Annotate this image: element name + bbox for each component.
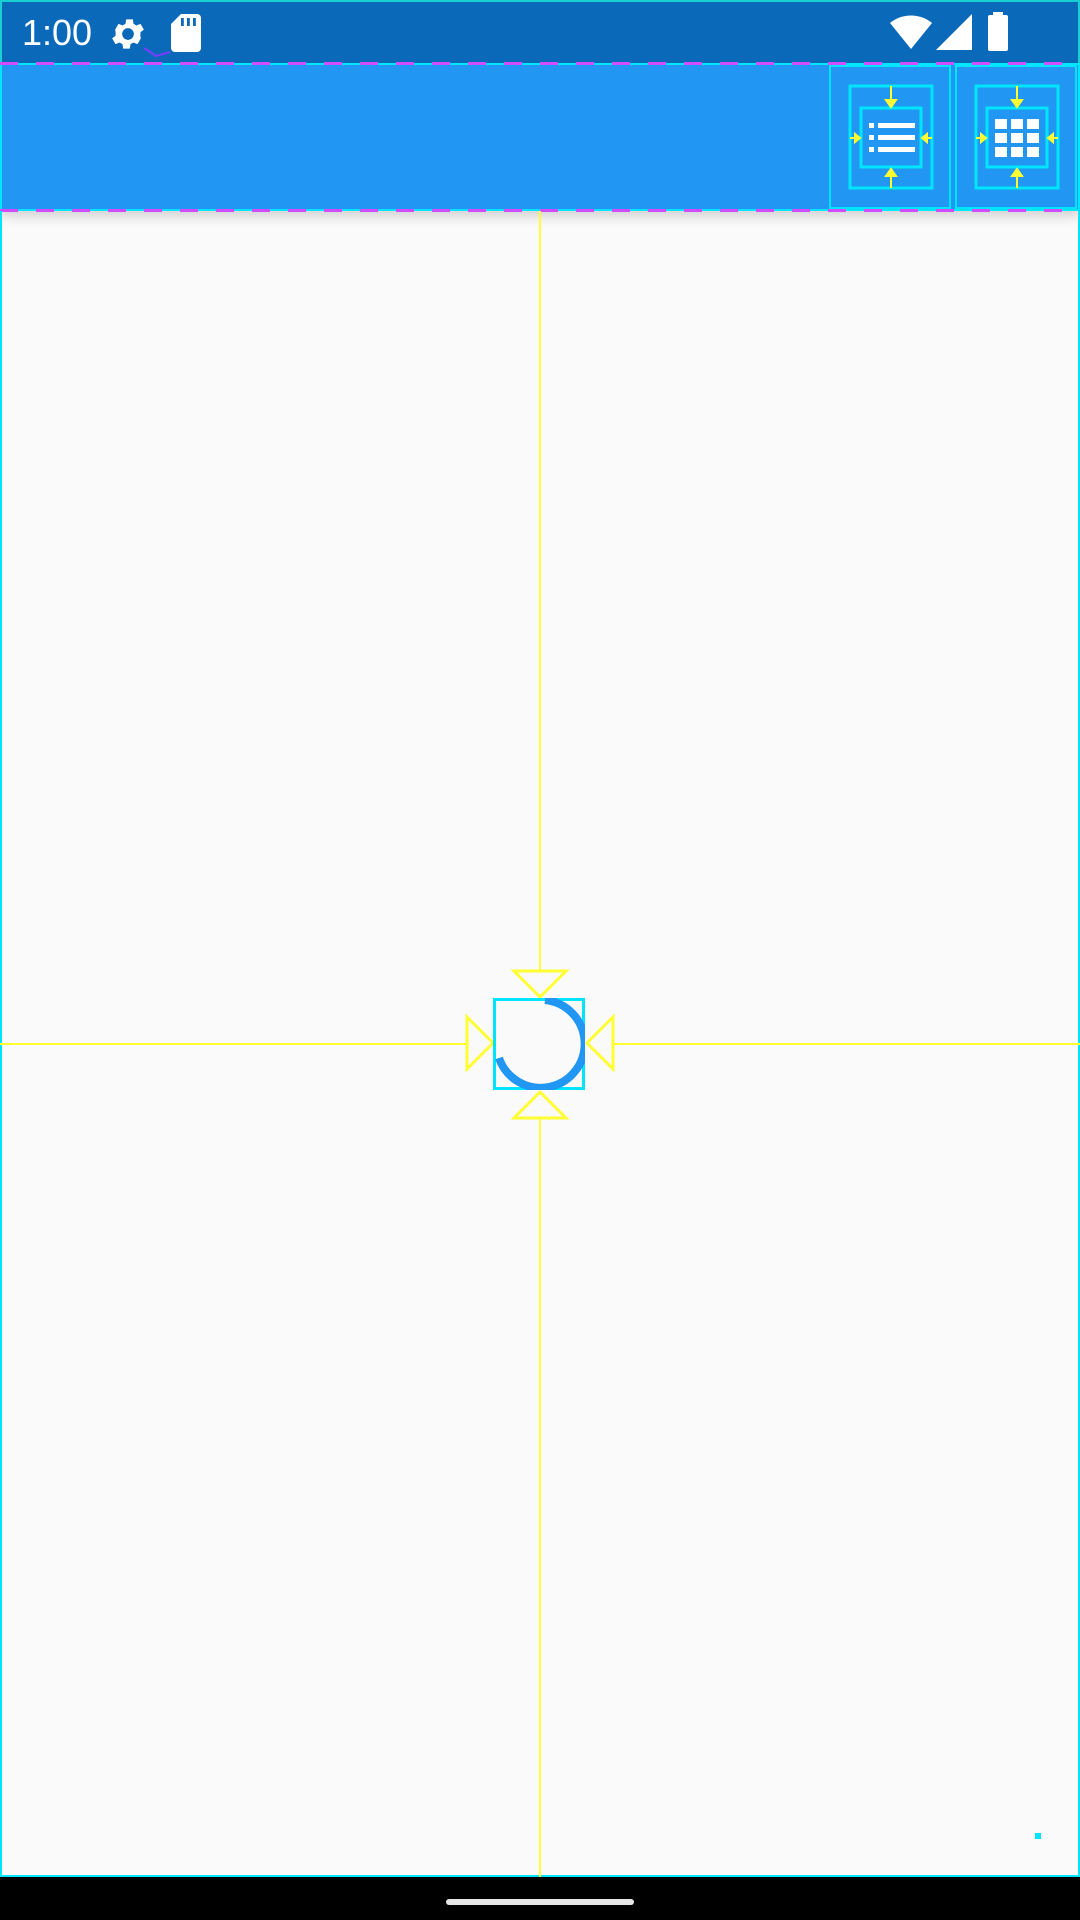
layout-marker [1035,1833,1041,1839]
guide-line-top [539,211,541,971]
cellular-signal-icon [936,14,972,50]
circular-progress-icon [495,998,585,1090]
wifi-icon [890,15,932,49]
guide-line-left [0,1043,466,1045]
guide-line-bottom [539,1117,541,1877]
app-bar [0,63,1080,211]
guide-line-right [612,1043,1080,1045]
list-icon [848,84,934,190]
margin-line-top [0,62,1080,65]
battery-icon [988,12,1008,51]
list-view-button[interactable] [829,65,951,209]
status-time: 1:00 [22,12,93,53]
status-bar: 1:00 [0,0,1080,63]
sd-card-icon [171,14,201,52]
grid-icon [974,84,1060,190]
home-gesture-handle[interactable] [446,1899,634,1905]
grid-view-button[interactable] [955,65,1077,209]
layout-bounds-mark [143,47,171,58]
